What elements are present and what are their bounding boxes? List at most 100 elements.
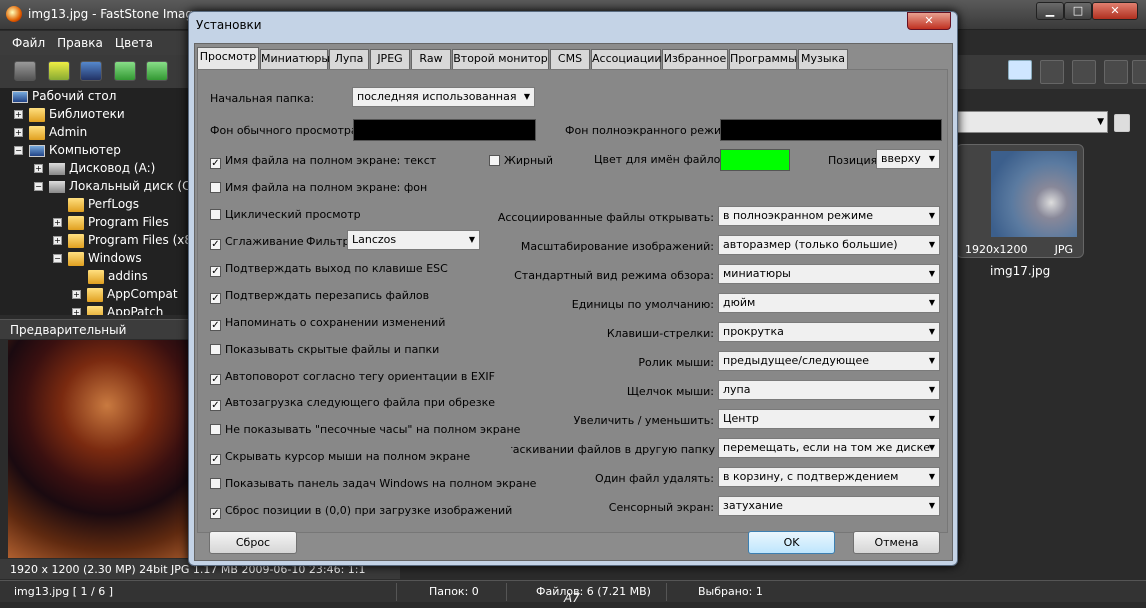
tree-item-admin[interactable]: + Admin [14, 123, 87, 141]
expand-icon[interactable]: + [53, 218, 62, 227]
checkbox-remind-save[interactable]: ✓ Напоминать о сохранении изменений [210, 316, 445, 331]
settings-dialog: Установки ✕ Просмотр Миниатюры Лупа JPEG… [188, 11, 958, 566]
menu-edit[interactable]: Правка [45, 31, 103, 50]
checkbox-autoload-crop[interactable]: ✓ Автозагрузка следующего файла при обрез… [210, 396, 495, 411]
collapse-icon[interactable]: − [14, 146, 23, 155]
checkbox-box: ✓ [210, 320, 221, 331]
checkbox-label: Циклический просмотр [225, 208, 361, 221]
reset-button[interactable]: Сброс [209, 531, 297, 554]
cancel-button[interactable]: Отмена [853, 531, 940, 554]
tab-associations[interactable]: Ассоциации [591, 49, 662, 69]
option-touch-screen[interactable]: затухание ▼ [718, 496, 940, 516]
forward-arrow-icon[interactable] [146, 61, 168, 81]
checkbox-filename-bg[interactable]: Имя файла на полном экране: фон [210, 181, 427, 194]
option-zoom[interactable]: Центр ▼ [718, 409, 940, 429]
camera-icon[interactable] [14, 61, 36, 81]
expand-icon[interactable]: + [14, 128, 23, 137]
menu-colors[interactable]: Цвета [103, 31, 153, 50]
status-file: img13.jpg [ 1 / 6 ] [14, 585, 114, 598]
position-select[interactable]: вверху ▼ [876, 149, 940, 169]
fullscreen-icon[interactable] [1132, 60, 1146, 84]
dialog-close-button[interactable]: ✕ [907, 12, 951, 30]
status-separator [666, 583, 667, 601]
option-value: Центр [723, 412, 759, 425]
details-view-icon[interactable] [1040, 60, 1064, 84]
expand-icon[interactable]: + [72, 290, 81, 299]
path-combo[interactable]: ▼ [956, 111, 1108, 133]
tab-magnifier[interactable]: Лупа [329, 49, 369, 69]
tab-second-monitor[interactable]: Второй монитор [452, 49, 549, 69]
option-label: Щелчок мыши: [626, 385, 714, 398]
save-icon[interactable] [80, 61, 102, 81]
checkbox-show-taskbar[interactable]: Показывать панель задач Windows на полно… [210, 477, 536, 490]
start-folder-select[interactable]: последняя использованная ▼ [352, 87, 535, 107]
tab-raw[interactable]: Raw [411, 49, 451, 69]
collapse-icon[interactable]: − [34, 182, 43, 191]
option-arrow-keys[interactable]: прокрутка ▼ [718, 322, 940, 342]
option-mouse-wheel[interactable]: предыдущее/следующее ▼ [718, 351, 940, 371]
thumbnail-card[interactable]: 1920x1200 JPG [956, 144, 1084, 258]
tree-item-program-files-x86[interactable]: +Program Files (x86) [53, 231, 188, 249]
option-open-associated[interactable]: в полноэкранном режиме ▼ [718, 206, 940, 226]
tab-view[interactable]: Просмотр [197, 47, 259, 70]
option-units[interactable]: дюйм ▼ [718, 293, 940, 313]
option-label: Масштабирование изображений: [520, 240, 714, 253]
maximize-button[interactable]: □ [1064, 2, 1092, 20]
checkbox-smoothing[interactable]: ✓ Сглаживание [210, 235, 304, 250]
bg-fullscreen-swatch[interactable] [720, 119, 942, 141]
tree-item-program-files[interactable]: + Program Files [53, 213, 169, 231]
option-delete-file[interactable]: в корзину, с подтверждением ▼ [718, 467, 940, 487]
tab-favorites[interactable]: Избранное [662, 49, 728, 69]
checkbox-confirm-esc[interactable]: ✓ Подтверждать выход по клавише ESC [210, 262, 448, 277]
open-folder-icon[interactable] [48, 61, 70, 81]
collapse-icon[interactable]: − [53, 254, 62, 263]
tab-music[interactable]: Музыка [798, 49, 848, 69]
option-browse-view[interactable]: миниатюры ▼ [718, 264, 940, 284]
filename-color-swatch[interactable] [720, 149, 790, 171]
tab-thumbnails[interactable]: Миниатюры [260, 49, 330, 69]
tree-item-windows[interactable]: − Windows [53, 249, 142, 267]
image-view-icon[interactable] [1104, 60, 1128, 84]
tree-item-floppy[interactable]: + Дисковод (A:) [34, 159, 155, 177]
person-view-icon[interactable] [1072, 60, 1096, 84]
tree-item-desktop[interactable]: Рабочий стол [12, 89, 116, 105]
checkbox-confirm-overwrite[interactable]: ✓ Подтверждать перезапись файлов [210, 289, 429, 304]
tree-item-addins[interactable]: addins [88, 267, 148, 285]
option-drag-files[interactable]: перемещать, если на том же диске ▼ [718, 438, 940, 458]
tree-item-computer[interactable]: − Компьютер [14, 141, 121, 159]
filter-select[interactable]: Lanczos ▼ [347, 230, 480, 250]
checkbox-exif-rotate[interactable]: ✓ Автоповорот согласно тегу ориентации в … [210, 370, 495, 385]
checkbox-hidden-files[interactable]: Показывать скрытые файлы и папки [210, 343, 439, 356]
option-scaling[interactable]: авторазмер (только большие) ▼ [718, 235, 940, 255]
option-mouse-click[interactable]: лупа ▼ [718, 380, 940, 400]
trash-icon[interactable] [1114, 114, 1130, 132]
checkbox-filename-text[interactable]: ✓ Имя файла на полном экране: текст [210, 154, 436, 169]
minimize-button[interactable]: ▁ [1036, 2, 1064, 20]
floppy-drive-icon [49, 162, 65, 175]
checkbox-label: Напоминать о сохранении изменений [225, 316, 446, 329]
tree-item-appcompat[interactable]: + AppCompat [72, 285, 178, 303]
menu-file[interactable]: Файл [0, 31, 45, 50]
tree-item-perflogs[interactable]: PerfLogs [68, 195, 139, 213]
expand-icon[interactable]: + [53, 236, 62, 245]
checkbox-hide-cursor[interactable]: ✓ Скрывать курсор мыши на полном экране [210, 450, 470, 465]
ok-button[interactable]: OK [748, 531, 835, 554]
checkbox-hide-hourglass[interactable]: Не показывать "песочные часы" на полном … [210, 423, 520, 436]
bold-checkbox[interactable]: Жирный [489, 154, 553, 167]
tab-cms[interactable]: CMS [550, 49, 590, 69]
back-arrow-icon[interactable] [114, 61, 136, 81]
expand-icon[interactable]: + [72, 308, 81, 315]
tree-item-apppatch[interactable]: + AppPatch [72, 303, 163, 315]
checkbox-loop[interactable]: Циклический просмотр [210, 208, 361, 221]
tree-item-local-disk[interactable]: − Локальный диск (C:) [34, 177, 188, 195]
tree-item-libraries[interactable]: + Библиотеки [14, 105, 125, 123]
tab-programs[interactable]: Программы [729, 49, 797, 69]
thumbnail-view-icon[interactable] [1008, 60, 1032, 80]
tab-jpeg[interactable]: JPEG [370, 49, 410, 69]
main-close-button[interactable]: ✕ [1092, 2, 1138, 20]
bg-normal-swatch[interactable] [353, 119, 536, 141]
folder-icon [68, 251, 84, 266]
expand-icon[interactable]: + [34, 164, 43, 173]
checkbox-reset-position[interactable]: ✓ Сброс позиции в (0,0) при загрузке изоб… [210, 504, 512, 519]
expand-icon[interactable]: + [14, 110, 23, 119]
